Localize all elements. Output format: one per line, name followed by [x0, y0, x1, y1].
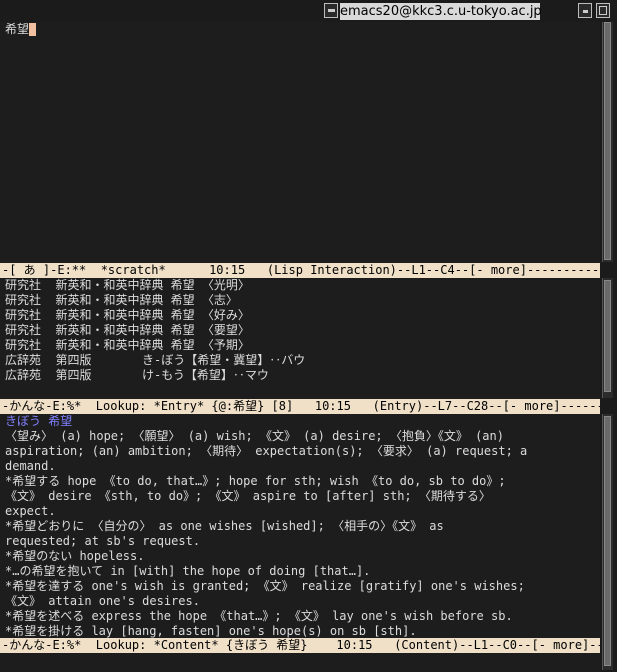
scratch-scrollbar-thumb[interactable] [604, 22, 611, 260]
entry-line[interactable]: 研究社 新英和・和英中辞典 希望 〈好み〉 [0, 308, 600, 323]
content-line: demand. [5, 459, 56, 473]
scratch-line: 希望 [0, 22, 600, 37]
entry-modeline[interactable]: -かんな-E:%* Lookup: *Entry* {@:希望} [8] 10:… [0, 399, 600, 414]
entry-line[interactable]: 研究社 新英和・和英中辞典 希望 〈予期〉 [0, 338, 600, 353]
content-line: *…の希望を抱いて in [with] the hope of doing [t… [5, 564, 371, 578]
content-window[interactable]: きぼう 希望 〈望み〉 (a) hope; 〈願望〉 (a) wish; 《文》… [0, 414, 600, 639]
entry-line[interactable]: 広辞苑 第四版 き-ぼう【希望・冀望】‥バウ [0, 353, 600, 368]
content-scrollbar-thumb[interactable] [604, 416, 611, 666]
entry-scrollbar-thumb[interactable] [604, 280, 611, 392]
content-line: aspiration; (an) ambition; 〈期待〉 expectat… [5, 444, 528, 458]
content-line: 《文》 desire 《sth, to do》; 《文》 aspire to [… [5, 489, 491, 503]
content-line: *希望どおりに 〈自分の〉 as one wishes [wished]; 〈相… [5, 519, 444, 533]
content-heading: きぼう 希望 [5, 414, 73, 428]
emacs-frame: 希望 -[ あ ]-E:** *scratch* 10:15 (Lisp Int… [0, 22, 600, 672]
scratch-modeline[interactable]: -[ あ ]-E:** *scratch* 10:15 (Lisp Intera… [0, 263, 600, 278]
content-line: *希望する hope 《to do, that…》; hope for sth;… [5, 474, 506, 488]
content-line: *希望を述べる express the hope 《that…》; 《文》 la… [5, 609, 513, 623]
scratch-scrollbar[interactable] [602, 22, 613, 262]
entry-line[interactable]: 研究社 新英和・和英中辞典 希望 〈光明〉 [0, 278, 600, 293]
content-line: expect. [5, 504, 56, 518]
content-line: 〈望み〉 (a) hope; 〈願望〉 (a) wish; 《文》 (a) de… [5, 429, 504, 443]
minibuffer[interactable] [0, 653, 600, 672]
content-modeline[interactable]: -かんな-E:%* Lookup: *Content* {きぼう 希望} 10:… [0, 638, 600, 653]
window-menu-icon[interactable] [324, 3, 338, 18]
scratch-window[interactable]: 希望 [0, 22, 600, 262]
content-line: 《文》 attain one's desires. [5, 594, 200, 608]
entry-line[interactable]: 研究社 新英和・和英中辞典 希望 〈志〉 [0, 293, 600, 308]
entry-scrollbar[interactable] [602, 278, 613, 398]
window-title: emacs20@kkc3.c.u-tokyo.ac.jp [340, 3, 542, 20]
entry-line[interactable]: 広辞苑 第四版 け-もう【希望】‥マウ [0, 368, 600, 383]
scratch-text: 希望 [5, 22, 30, 36]
content-line: *希望を掛ける lay [hang, fasten] one's hope(s)… [5, 624, 417, 638]
text-cursor [29, 23, 37, 36]
entry-line[interactable]: 研究社 新英和・和英中辞典 希望 〈要望〉 [0, 323, 600, 338]
content-scrollbar[interactable] [602, 414, 613, 670]
content-line: *希望を達する one's wish is granted; 《文》 reali… [5, 579, 525, 593]
entry-window[interactable]: 研究社 新英和・和英中辞典 希望 〈光明〉 研究社 新英和・和英中辞典 希望 〈… [0, 278, 600, 398]
content-line: *希望のない hopeless. [5, 549, 145, 563]
maximize-icon[interactable] [596, 3, 610, 18]
title-bar: emacs20@kkc3.c.u-tokyo.ac.jp [0, 0, 617, 22]
minimize-icon[interactable] [578, 3, 592, 18]
content-line: requested; at sb's request. [5, 534, 201, 548]
